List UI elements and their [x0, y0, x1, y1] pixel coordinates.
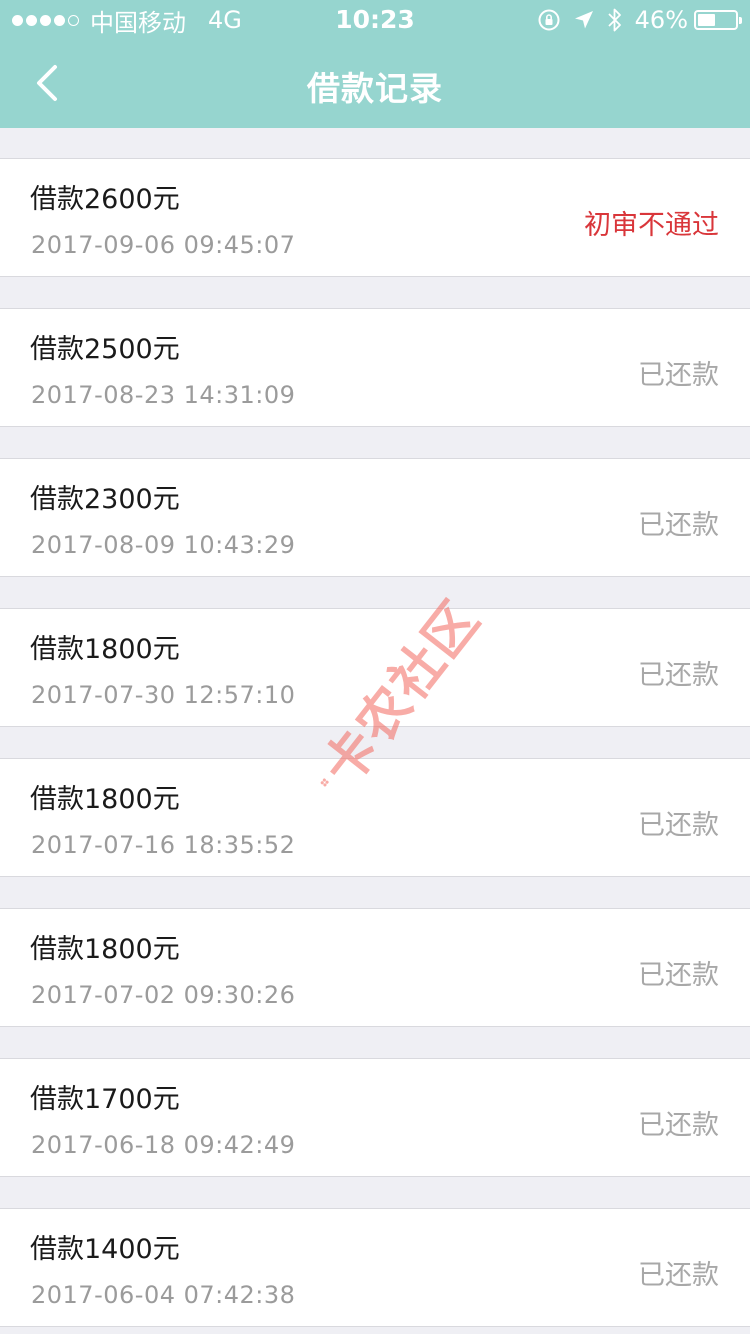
orientation-lock-icon	[537, 8, 561, 32]
loan-amount: 借款1800元	[30, 934, 180, 965]
loan-time: 2017-08-23 14:31:09	[31, 381, 296, 409]
loan-status: 初审不通过	[584, 210, 719, 241]
loan-record-item[interactable]: 借款2600元 2017-09-06 09:45:07 初审不通过	[0, 158, 750, 277]
loan-time: 2017-08-09 10:43:29	[31, 531, 296, 559]
loan-amount: 借款1800元	[30, 634, 180, 665]
loan-time: 2017-07-02 09:30:26	[31, 981, 296, 1009]
loan-time: 2017-06-18 09:42:49	[31, 1131, 296, 1159]
nav-bar: 借款记录	[0, 40, 750, 128]
loan-status: 已还款	[638, 1110, 719, 1141]
page-title: 借款记录	[307, 69, 443, 108]
status-bar: 中国移动 4G 10:23 46%	[0, 0, 750, 40]
loan-status: 已还款	[638, 660, 719, 691]
loan-status: 已还款	[638, 1260, 719, 1291]
loan-amount: 借款1700元	[30, 1084, 180, 1115]
loan-status: 已还款	[638, 510, 719, 541]
loan-record-item[interactable]: 借款2300元 2017-08-09 10:43:29 已还款	[0, 458, 750, 577]
loan-amount: 借款2500元	[30, 334, 180, 365]
loan-record-item[interactable]: 借款2500元 2017-08-23 14:31:09 已还款	[0, 308, 750, 427]
loan-amount: 借款2600元	[30, 184, 180, 215]
loan-time: 2017-07-16 18:35:52	[31, 831, 296, 859]
loan-amount: 借款1800元	[30, 784, 180, 815]
loan-status: 已还款	[638, 810, 719, 841]
loan-record-item[interactable]: 借款1800元 2017-07-02 09:30:26 已还款	[0, 908, 750, 1027]
location-arrow-icon	[573, 9, 595, 31]
loan-amount: 借款1400元	[30, 1234, 180, 1265]
loan-status: 已还款	[638, 360, 719, 391]
loan-time: 2017-06-04 07:42:38	[31, 1281, 296, 1309]
loan-record-item[interactable]: 借款1800元 2017-07-16 18:35:52 已还款	[0, 758, 750, 877]
header: 中国移动 4G 10:23 46% 借款记录	[0, 0, 750, 128]
loan-record-item[interactable]: 借款1400元 2017-06-04 07:42:38 已还款	[0, 1208, 750, 1327]
loan-status: 已还款	[638, 960, 719, 991]
loan-time: 2017-07-30 12:57:10	[31, 681, 296, 709]
loan-time: 2017-09-06 09:45:07	[31, 231, 296, 259]
status-right: 46%	[525, 6, 742, 34]
loan-record-item[interactable]: 借款1800元 2017-07-30 12:57:10 已还款	[0, 608, 750, 727]
loan-record-item[interactable]: 借款1700元 2017-06-18 09:42:49 已还款	[0, 1058, 750, 1177]
bluetooth-icon	[607, 7, 623, 33]
loan-amount: 借款2300元	[30, 484, 180, 515]
battery-icon	[694, 10, 742, 30]
battery-percent: 46%	[634, 6, 688, 34]
